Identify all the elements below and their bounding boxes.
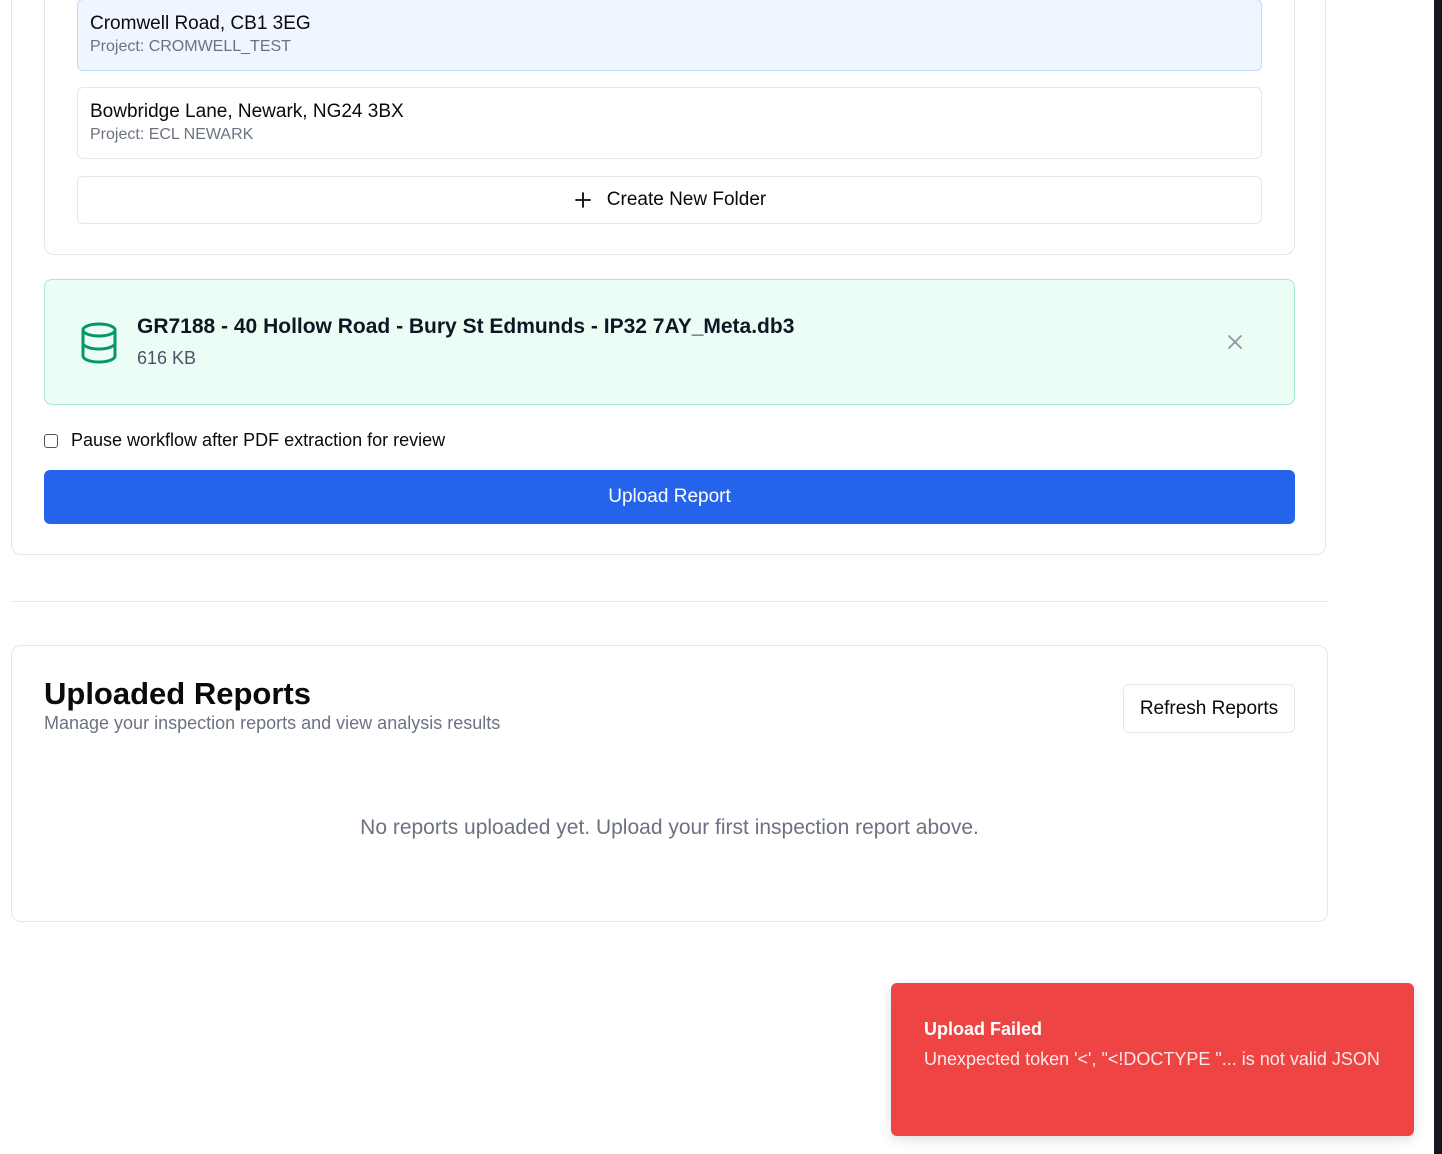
pause-workflow-option: Pause workflow after PDF extraction for … bbox=[44, 430, 445, 451]
create-folder-label: Create New Folder bbox=[606, 189, 767, 210]
folder-item-cromwell[interactable]: Cromwell Road, CB1 3EG Project: CROMWELL… bbox=[77, 0, 1262, 71]
error-toast[interactable]: Upload Failed Unexpected token '<', "<!D… bbox=[891, 983, 1414, 1136]
empty-reports-message: No reports uploaded yet. Upload your fir… bbox=[360, 816, 979, 839]
create-folder-button[interactable]: Create New Folder bbox=[77, 176, 1262, 224]
refresh-reports-button[interactable]: Refresh Reports bbox=[1123, 684, 1295, 733]
section-divider bbox=[11, 601, 1328, 602]
folder-item-bowbridge[interactable]: Bowbridge Lane, Newark, NG24 3BX Project… bbox=[77, 87, 1262, 159]
database-icon bbox=[81, 322, 117, 364]
pause-workflow-label[interactable]: Pause workflow after PDF extraction for … bbox=[71, 430, 445, 451]
reports-subtitle: Manage your inspection reports and view … bbox=[44, 713, 501, 733]
file-name: GR7188 - 40 Hollow Road - Bury St Edmund… bbox=[137, 315, 795, 338]
toast-message: Unexpected token '<', "<!DOCTYPE "... is… bbox=[924, 1049, 1380, 1069]
file-size: 616 KB bbox=[137, 348, 197, 368]
window-edge bbox=[1434, 0, 1442, 1154]
folder-address: Bowbridge Lane, Newark, NG24 3BX bbox=[90, 101, 404, 122]
folder-project: Project: ECL NEWARK bbox=[90, 126, 254, 143]
folder-address: Cromwell Road, CB1 3EG bbox=[90, 13, 311, 34]
reports-title: Uploaded Reports bbox=[44, 676, 311, 711]
toast-title: Upload Failed bbox=[924, 1019, 1043, 1039]
upload-report-button[interactable]: Upload Report bbox=[44, 470, 1295, 524]
pause-workflow-checkbox[interactable] bbox=[44, 433, 58, 448]
plus-icon bbox=[574, 192, 591, 208]
folder-project: Project: CROMWELL_TEST bbox=[90, 38, 291, 55]
close-icon[interactable] bbox=[1225, 332, 1245, 352]
selected-file-card: GR7188 - 40 Hollow Road - Bury St Edmund… bbox=[44, 279, 1295, 405]
